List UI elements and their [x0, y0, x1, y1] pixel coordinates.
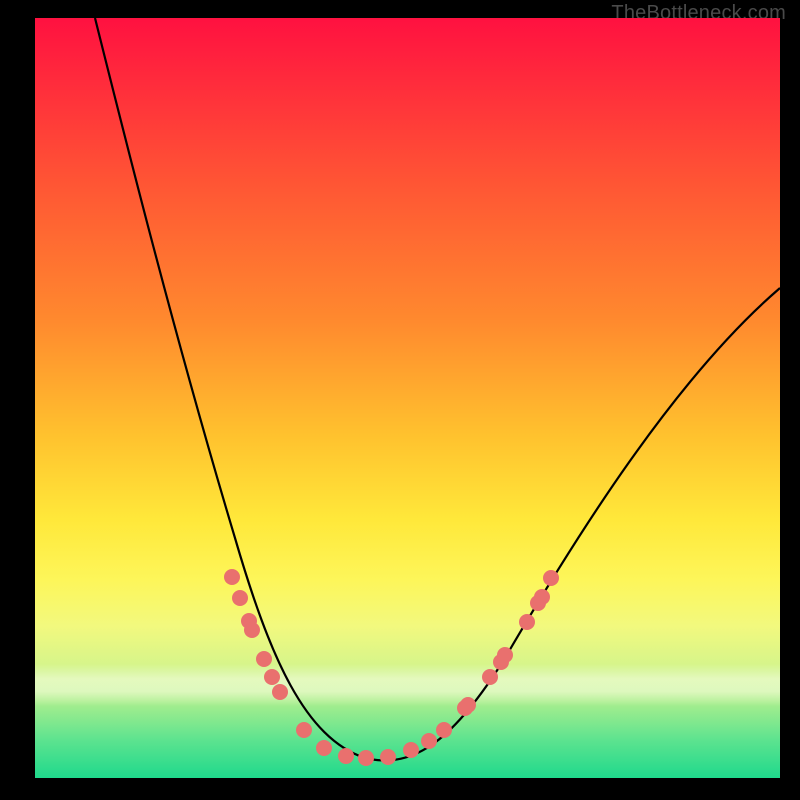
marker-dot — [497, 647, 513, 663]
bottleneck-curve — [95, 18, 780, 760]
marker-dot — [403, 742, 419, 758]
marker-dot — [380, 749, 396, 765]
marker-dot — [296, 722, 312, 738]
marker-dot — [316, 740, 332, 756]
marker-dot — [272, 684, 288, 700]
marker-dot — [232, 590, 248, 606]
marker-dot — [264, 669, 280, 685]
marker-dot — [358, 750, 374, 766]
marker-dot — [519, 614, 535, 630]
marker-dot — [534, 589, 550, 605]
marker-dot — [244, 622, 260, 638]
plot-area — [35, 18, 780, 778]
chart-overlay — [35, 18, 780, 778]
marker-dots — [224, 569, 559, 766]
marker-dot — [241, 613, 257, 629]
marker-dot — [493, 654, 509, 670]
marker-dot — [224, 569, 240, 585]
highlight-band — [35, 664, 780, 706]
marker-dot — [482, 669, 498, 685]
marker-dot — [436, 722, 452, 738]
marker-dot — [457, 700, 473, 716]
marker-dot — [530, 595, 546, 611]
marker-dot — [338, 748, 354, 764]
marker-dot — [543, 570, 559, 586]
marker-dot — [256, 651, 272, 667]
marker-dot — [421, 733, 437, 749]
chart-frame: TheBottleneck.com — [0, 0, 800, 800]
marker-dot — [460, 697, 476, 713]
